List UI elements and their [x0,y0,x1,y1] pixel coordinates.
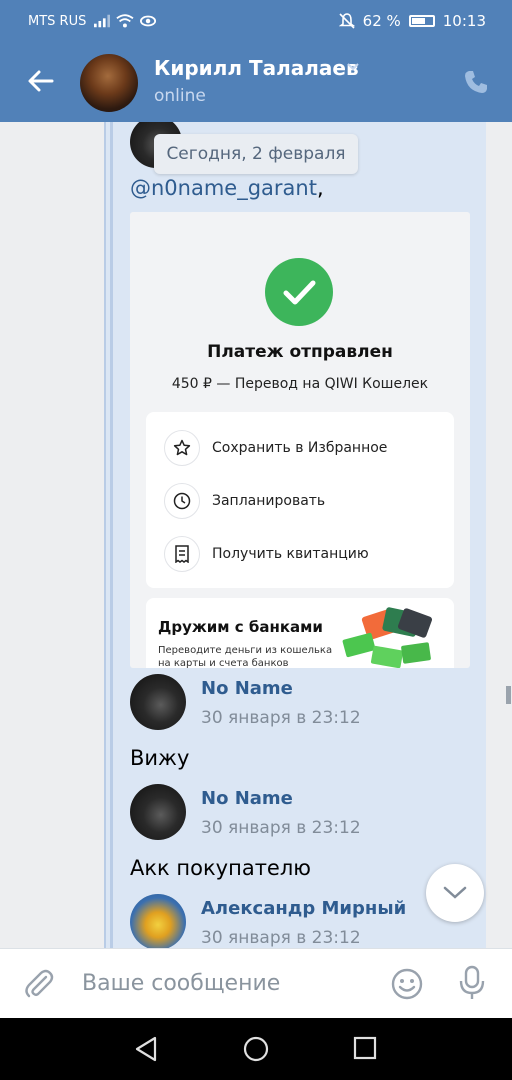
emoji-icon[interactable] [390,967,424,1001]
nav-recents-icon[interactable] [353,1036,377,1060]
signal-icon [94,14,111,28]
payment-title: Платеж отправлен [207,342,393,362]
clock: 10:13 [442,12,486,30]
mention-text: @n0name_garant, [130,176,324,200]
message-time: 30 января в 23:12 [201,818,361,838]
message-text: Вижу [130,746,190,770]
scroll-down-button[interactable] [426,864,484,922]
scrollbar[interactable] [506,686,511,704]
microphone-icon[interactable] [456,965,488,1001]
sender-name[interactable]: No Name [201,678,293,699]
status-bar: MTS RUS 62 % 10:13 [0,0,512,44]
status-right: 62 % 10:13 [338,12,486,30]
sender-name[interactable]: No Name [201,788,293,809]
action-save-favorites: Сохранить в Избранное [164,428,387,468]
mute-bell-icon [338,13,355,29]
system-nav-bar [0,1018,512,1080]
nav-back-icon[interactable] [134,1036,158,1062]
signal-wifi-icons [94,12,157,30]
avatar[interactable] [130,784,186,840]
promo-text: Переводите деньги из кошелька на карты и… [158,645,333,668]
chat-area[interactable]: Сегодня, 2 февраля @n0name_garant, Плате… [0,122,512,948]
carrier-label: MTS RUS [28,14,87,29]
message-composer: Ваше сообщение [0,948,512,1019]
message-time: 30 января в 23:12 [201,708,361,728]
check-icon [265,258,333,326]
avatar[interactable] [80,54,138,112]
battery-icon [408,15,435,27]
chevron-down-icon [443,886,467,899]
payment-subtitle: 450 ₽ — Перевод на QIWI Кошелек [171,376,429,392]
chat-header: Кирилл Талалаев online [0,44,512,122]
promo-panel: Дружим с банками Переводите деньги из ко… [146,598,454,668]
actions-panel: Сохранить в Избранное Запланировать Полу… [146,412,454,588]
wifi-icon [116,14,134,28]
receipt-icon [164,536,200,572]
attach-icon[interactable] [22,967,56,1001]
chat-title[interactable]: Кирилл Талалаев [154,56,359,80]
chevron-down-icon[interactable] [346,60,360,74]
avatar[interactable] [130,894,186,948]
star-icon [164,430,200,466]
avatar[interactable] [130,674,186,730]
mention-link[interactable]: @n0name_garant [130,176,317,200]
phone-icon[interactable] [462,68,490,96]
message-text: Акк покупателю [130,856,311,880]
back-arrow-icon[interactable] [26,66,56,96]
clock-icon [164,483,200,519]
battery-percent: 62 % [362,12,401,30]
message-input[interactable]: Ваше сообщение [82,971,280,996]
payment-screenshot[interactable]: Платеж отправлен 450 ₽ — Перевод на QIWI… [130,212,470,668]
promo-title: Дружим с банками [158,618,323,636]
money-cards-icon [342,607,433,668]
message-time: 30 января в 23:12 [201,928,361,948]
action-receipt: Получить квитанцию [164,534,369,574]
action-schedule: Запланировать [164,481,325,521]
eye-icon [139,15,157,27]
nav-home-icon[interactable] [243,1036,269,1062]
date-pill: Сегодня, 2 февраля [154,134,358,174]
sender-name[interactable]: Александр Мирный [201,898,406,919]
online-status: online [154,86,206,106]
